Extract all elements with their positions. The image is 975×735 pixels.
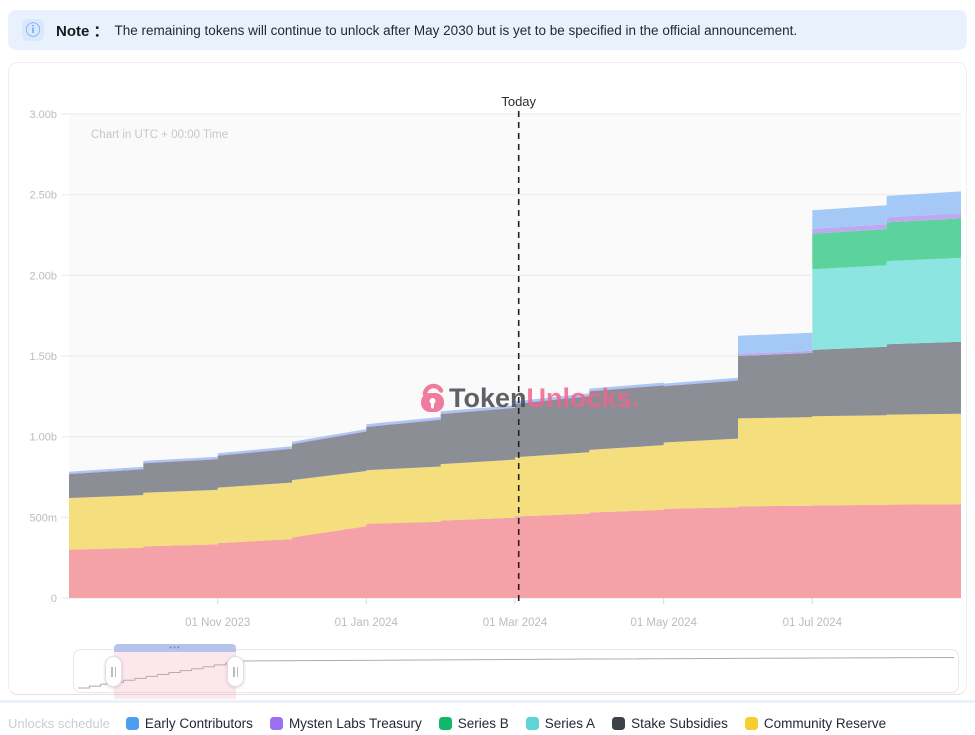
note-banner: ⓘ Note ： The remaining tokens will conti… <box>8 10 967 50</box>
legend-item-early-contributors[interactable]: Early Contributors <box>126 716 253 731</box>
legend-swatch <box>612 717 625 730</box>
info-icon: ⓘ <box>22 19 44 41</box>
note-label: Note ： <box>56 20 109 41</box>
note-text: The remaining tokens will continue to un… <box>115 23 798 38</box>
legend-item-community-reserve[interactable]: Community Reserve <box>745 716 886 731</box>
brush-selected-range[interactable] <box>114 652 236 699</box>
legend-item-stake-subsidies[interactable]: Stake Subsidies <box>612 716 728 731</box>
x-axis-label: 01 Jan 2024 <box>335 617 399 629</box>
bottom-divider <box>0 700 975 703</box>
unlock-schedule-chart[interactable]: 3.00b 2.50b 2.00b 1.50b 1.00b 500m 0 Chart in U… <box>9 63 968 643</box>
legend-item-mysten-labs-treasury[interactable]: Mysten Labs Treasury <box>270 716 422 731</box>
y-axis-label: 2.50b <box>29 190 57 202</box>
brush-drag-bar[interactable]: ••• <box>114 644 236 652</box>
y-axis-label: 2.00b <box>29 270 57 282</box>
x-axis: 01 Nov 2023 01 Jan 2024 01 Mar 2024 01 May … <box>185 598 843 629</box>
today-label: Today <box>501 94 536 109</box>
tokenunlocks-page: ⓘ Note ： The remaining tokens will conti… <box>0 0 975 735</box>
legend-item-series-a[interactable]: Series A <box>526 716 595 731</box>
unlock-chart-card: 3.00b 2.50b 2.00b 1.50b 1.00b 500m 0 Chart in U… <box>8 62 967 695</box>
legend-swatch <box>745 717 758 730</box>
x-axis-label: 01 Nov 2023 <box>185 617 250 629</box>
watermark-text: TokenUnlocks. <box>449 383 639 413</box>
legend-swatch <box>439 717 452 730</box>
utc-subtitle: Chart in UTC + 00:00 Time <box>91 129 228 141</box>
legend-item-series-b[interactable]: Series B <box>439 716 509 731</box>
x-axis-label: 01 Jul 2024 <box>783 617 843 629</box>
brush-handle-left[interactable] <box>105 656 122 687</box>
brush-selection[interactable]: ••• <box>114 644 236 699</box>
legend-swatch <box>126 717 139 730</box>
x-axis-label: 01 Mar 2024 <box>483 617 548 629</box>
y-axis-label: 3.00b <box>29 109 57 121</box>
grip-icon <box>233 667 238 677</box>
legend-swatch <box>526 717 539 730</box>
y-axis-label: 500m <box>29 512 57 524</box>
y-axis-label: 0 <box>51 593 57 605</box>
x-axis-label: 01 May 2024 <box>630 617 697 629</box>
tokenunlocks-watermark: TokenUnlocks. <box>421 383 639 413</box>
legend-swatch <box>270 717 283 730</box>
chart-legend: Unlocks schedule Early Contributors Myst… <box>8 712 968 734</box>
y-axis-label: 1.50b <box>29 351 57 363</box>
grip-icon <box>111 667 116 677</box>
y-axis-label: 1.00b <box>29 432 57 444</box>
legend-title: Unlocks schedule <box>8 716 110 731</box>
brush-handle-right[interactable] <box>227 656 244 687</box>
